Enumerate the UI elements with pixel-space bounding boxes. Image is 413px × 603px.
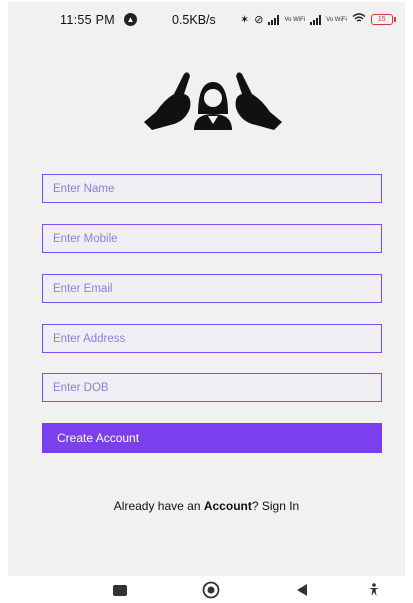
signin-prompt: Already have an Account? Sign In bbox=[8, 499, 405, 513]
sign-in-link[interactable]: Sign In bbox=[262, 499, 299, 513]
signin-prompt-prefix: Already have an bbox=[113, 499, 204, 513]
address-input[interactable] bbox=[42, 324, 382, 353]
alert-icon: ▲ bbox=[124, 13, 137, 26]
wifi-icon bbox=[352, 13, 366, 26]
mobile-input[interactable] bbox=[42, 224, 382, 253]
dob-input[interactable] bbox=[42, 373, 382, 402]
volte-label: Vo WiFi bbox=[284, 16, 306, 23]
phone-frame: 11:55 PM ▲ 0.5KB/s ✶ ⊘ Vo WiFi Vo WiFi 1… bbox=[0, 0, 413, 603]
name-input[interactable] bbox=[42, 174, 382, 203]
create-account-button[interactable]: Create Account bbox=[42, 423, 382, 453]
bluetooth-icon: ✶ bbox=[240, 14, 250, 26]
navigation-bar bbox=[0, 576, 413, 603]
email-input[interactable] bbox=[42, 274, 382, 303]
battery-icon: 15 bbox=[370, 14, 396, 25]
signal-icon bbox=[310, 14, 322, 25]
accessibility-nav-icon[interactable] bbox=[364, 582, 384, 598]
signin-prompt-suffix: ? bbox=[251, 499, 262, 513]
volte-label: Vo WiFi bbox=[326, 16, 347, 23]
mute-icon: ⊘ bbox=[254, 14, 264, 26]
signal-icon bbox=[268, 14, 280, 25]
status-bar: 11:55 PM ▲ 0.5KB/s ✶ ⊘ Vo WiFi Vo WiFi 1… bbox=[8, 2, 405, 38]
status-icons: ✶ ⊘ Vo WiFi Vo WiFi 15 bbox=[240, 13, 396, 26]
square-nav-icon[interactable] bbox=[110, 582, 130, 598]
back-nav-icon[interactable] bbox=[292, 582, 312, 598]
home-nav-icon[interactable] bbox=[201, 581, 221, 599]
network-speed: 0.5KB/s bbox=[172, 13, 216, 27]
status-time: 11:55 PM bbox=[60, 13, 115, 27]
app-screen: 11:55 PM ▲ 0.5KB/s ✶ ⊘ Vo WiFi Vo WiFi 1… bbox=[8, 2, 405, 576]
signin-prompt-bold: Account bbox=[203, 499, 252, 513]
logo-icon bbox=[138, 64, 288, 134]
